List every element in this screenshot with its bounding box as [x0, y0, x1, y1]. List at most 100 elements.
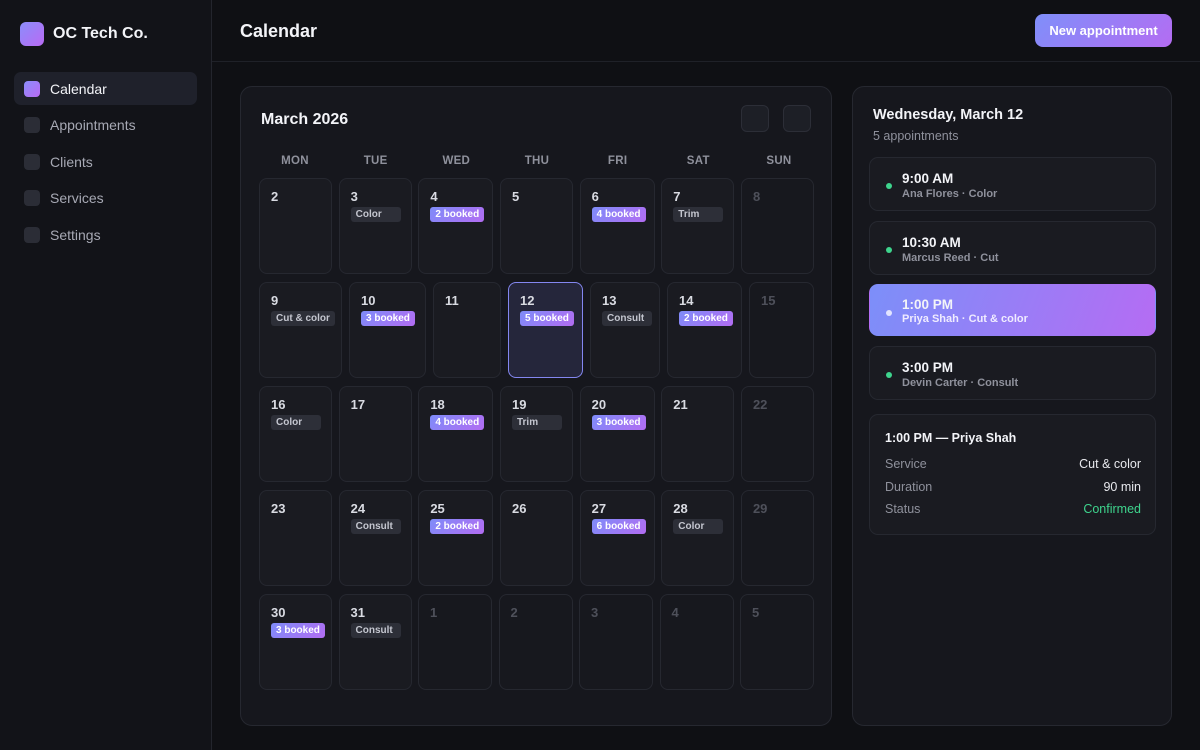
sidebar: OC Tech Co. Calendar Appointments Client… [0, 0, 212, 750]
service-tag: Cut & color [271, 311, 335, 326]
calendar-day[interactable]: 6 4 booked [579, 178, 655, 274]
next-month-button[interactable] [783, 105, 811, 132]
calendar-week-row: 16 Color 17 18 4 booked 19 Trim 20 3 booked 21 22 [259, 386, 814, 482]
calendar-day[interactable]: 17 [338, 386, 412, 482]
weekday-label: THU [524, 155, 550, 167]
calendar-day[interactable]: 27 6 booked [579, 490, 655, 586]
booked-count-badge: 5 booked [520, 311, 574, 326]
calendar-day[interactable]: 18 4 booked [418, 386, 494, 482]
booked-count-badge: 4 booked [591, 207, 646, 222]
calendar-day[interactable]: 19 Trim [499, 386, 573, 482]
service-tag: Consult [350, 519, 401, 534]
day-number: 19 [511, 397, 527, 412]
day-number: 24 [350, 501, 366, 516]
calendar-day[interactable]: 30 3 booked [259, 594, 332, 690]
sidebar-item-appointments[interactable]: Appointments [14, 109, 197, 142]
calendar-day[interactable]: 23 [259, 490, 332, 586]
appointment-item[interactable]: 3:00 PM Devin Carter · Consult [869, 346, 1156, 400]
service-tag: Trim [511, 415, 562, 430]
day-number: 8 [752, 189, 761, 204]
day-number: 12 [520, 293, 535, 308]
detail-value: 90 min [1103, 480, 1141, 494]
calendar-day-selected[interactable]: 12 5 booked [508, 282, 583, 378]
sidebar-item-clients[interactable]: Clients [14, 145, 197, 178]
calendar-day[interactable]: 11 [433, 282, 501, 378]
day-number: 18 [430, 397, 445, 412]
calendar-day[interactable]: 3 Color [338, 178, 412, 274]
calendar-day[interactable]: 8 [740, 178, 814, 274]
calendar-day[interactable]: 20 3 booked [579, 386, 655, 482]
sidebar-item-label: Clients [50, 153, 93, 170]
day-number: 5 [511, 189, 520, 204]
previous-month-button[interactable] [741, 105, 769, 132]
appointment-meta: Devin Carter · Consult [902, 377, 1019, 389]
day-number: 14 [679, 293, 694, 308]
sidebar-item-services[interactable]: Services [14, 182, 197, 215]
calendar-day[interactable]: 2 [259, 178, 332, 274]
day-number: 7 [673, 189, 681, 204]
day-number: 6 [591, 189, 599, 204]
service-tag: Color [271, 415, 321, 430]
booked-count-badge: 2 booked [430, 519, 485, 534]
booked-count-badge: 3 booked [591, 415, 646, 430]
detail-row-status: Status Confirmed [885, 502, 1141, 516]
calendar-day[interactable]: 15 [749, 282, 814, 378]
appointment-item-selected[interactable]: 1:00 PM Priya Shah · Cut & color [869, 284, 1156, 336]
appointment-count: 5 appointments [873, 129, 959, 143]
calendar-day[interactable]: 4 2 booked [418, 178, 494, 274]
appointment-time: 9:00 AM [902, 171, 954, 186]
calendar-day[interactable]: 4 [659, 594, 734, 690]
appointment-item[interactable]: 9:00 AM Ana Flores · Color [869, 157, 1156, 211]
calendar-day[interactable]: 5 [499, 178, 573, 274]
service-tag: Color [350, 207, 401, 222]
detail-row-duration: Duration 90 min [885, 480, 1141, 494]
service-tag: Color [673, 519, 724, 534]
calendar-day[interactable]: 5 [740, 594, 814, 690]
clients-icon [24, 153, 40, 170]
weekday-header: MON TUE WED THU FRI SAT SUN [255, 155, 819, 167]
calendar-day[interactable]: 28 Color [661, 490, 735, 586]
calendar-day[interactable]: 10 3 booked [349, 282, 426, 378]
calendar-day[interactable]: 21 [661, 386, 735, 482]
weekday-label: MON [281, 155, 309, 167]
brand[interactable]: OC Tech Co. [20, 22, 148, 46]
calendar-day[interactable]: 22 [740, 386, 814, 482]
weekday-label: WED [442, 155, 471, 167]
day-number: 21 [673, 397, 688, 412]
day-number: 20 [591, 397, 607, 412]
calendar-day[interactable]: 29 [740, 490, 814, 586]
calendar-panel: March 2026 MON TUE WED THU FRI SAT SUN 2 3 Color… [240, 86, 832, 726]
day-number: 29 [752, 501, 768, 516]
detail-key: Duration [885, 480, 933, 494]
calendar-day[interactable]: 2 [498, 594, 573, 690]
calendar-day[interactable]: 16 Color [259, 386, 332, 482]
brand-logo-icon [20, 22, 44, 46]
calendar-day[interactable]: 1 [418, 594, 492, 690]
calendar-day[interactable]: 24 Consult [338, 490, 412, 586]
weekday-label: SAT [686, 155, 710, 167]
appointment-time: 10:30 AM [902, 235, 961, 250]
sidebar-item-label: Settings [50, 226, 101, 243]
sidebar-item-settings[interactable]: Settings [14, 218, 197, 251]
calendar-day[interactable]: 31 Consult [338, 594, 412, 690]
appointment-item[interactable]: 10:30 AM Marcus Reed · Cut [869, 221, 1156, 275]
new-appointment-button[interactable]: New appointment [1035, 14, 1172, 47]
weekday-label: FRI [607, 155, 628, 167]
calendar-day[interactable]: 13 Consult [590, 282, 660, 378]
day-number: 5 [752, 605, 760, 620]
sidebar-item-calendar[interactable]: Calendar [14, 72, 197, 105]
calendar-day[interactable]: 14 2 booked [667, 282, 742, 378]
appointment-detail-card: 1:00 PM — Priya Shah Service Cut & color… [869, 414, 1156, 535]
calendar-day[interactable]: 7 Trim [661, 178, 735, 274]
calendar-week-row: 2 3 Color 4 2 booked 5 6 4 booked 7 Trim 8 [259, 178, 814, 274]
calendar-icon [24, 80, 40, 97]
calendar-day[interactable]: 3 [579, 594, 653, 690]
status-dot-icon [886, 310, 892, 316]
calendar-day[interactable]: 25 2 booked [418, 490, 494, 586]
day-number: 26 [511, 501, 527, 516]
day-number: 16 [271, 397, 286, 412]
day-number: 1 [430, 605, 438, 620]
calendar-day[interactable]: 9 Cut & color [259, 282, 342, 378]
calendar-day[interactable]: 26 [499, 490, 573, 586]
sidebar-item-label: Appointments [50, 117, 136, 133]
